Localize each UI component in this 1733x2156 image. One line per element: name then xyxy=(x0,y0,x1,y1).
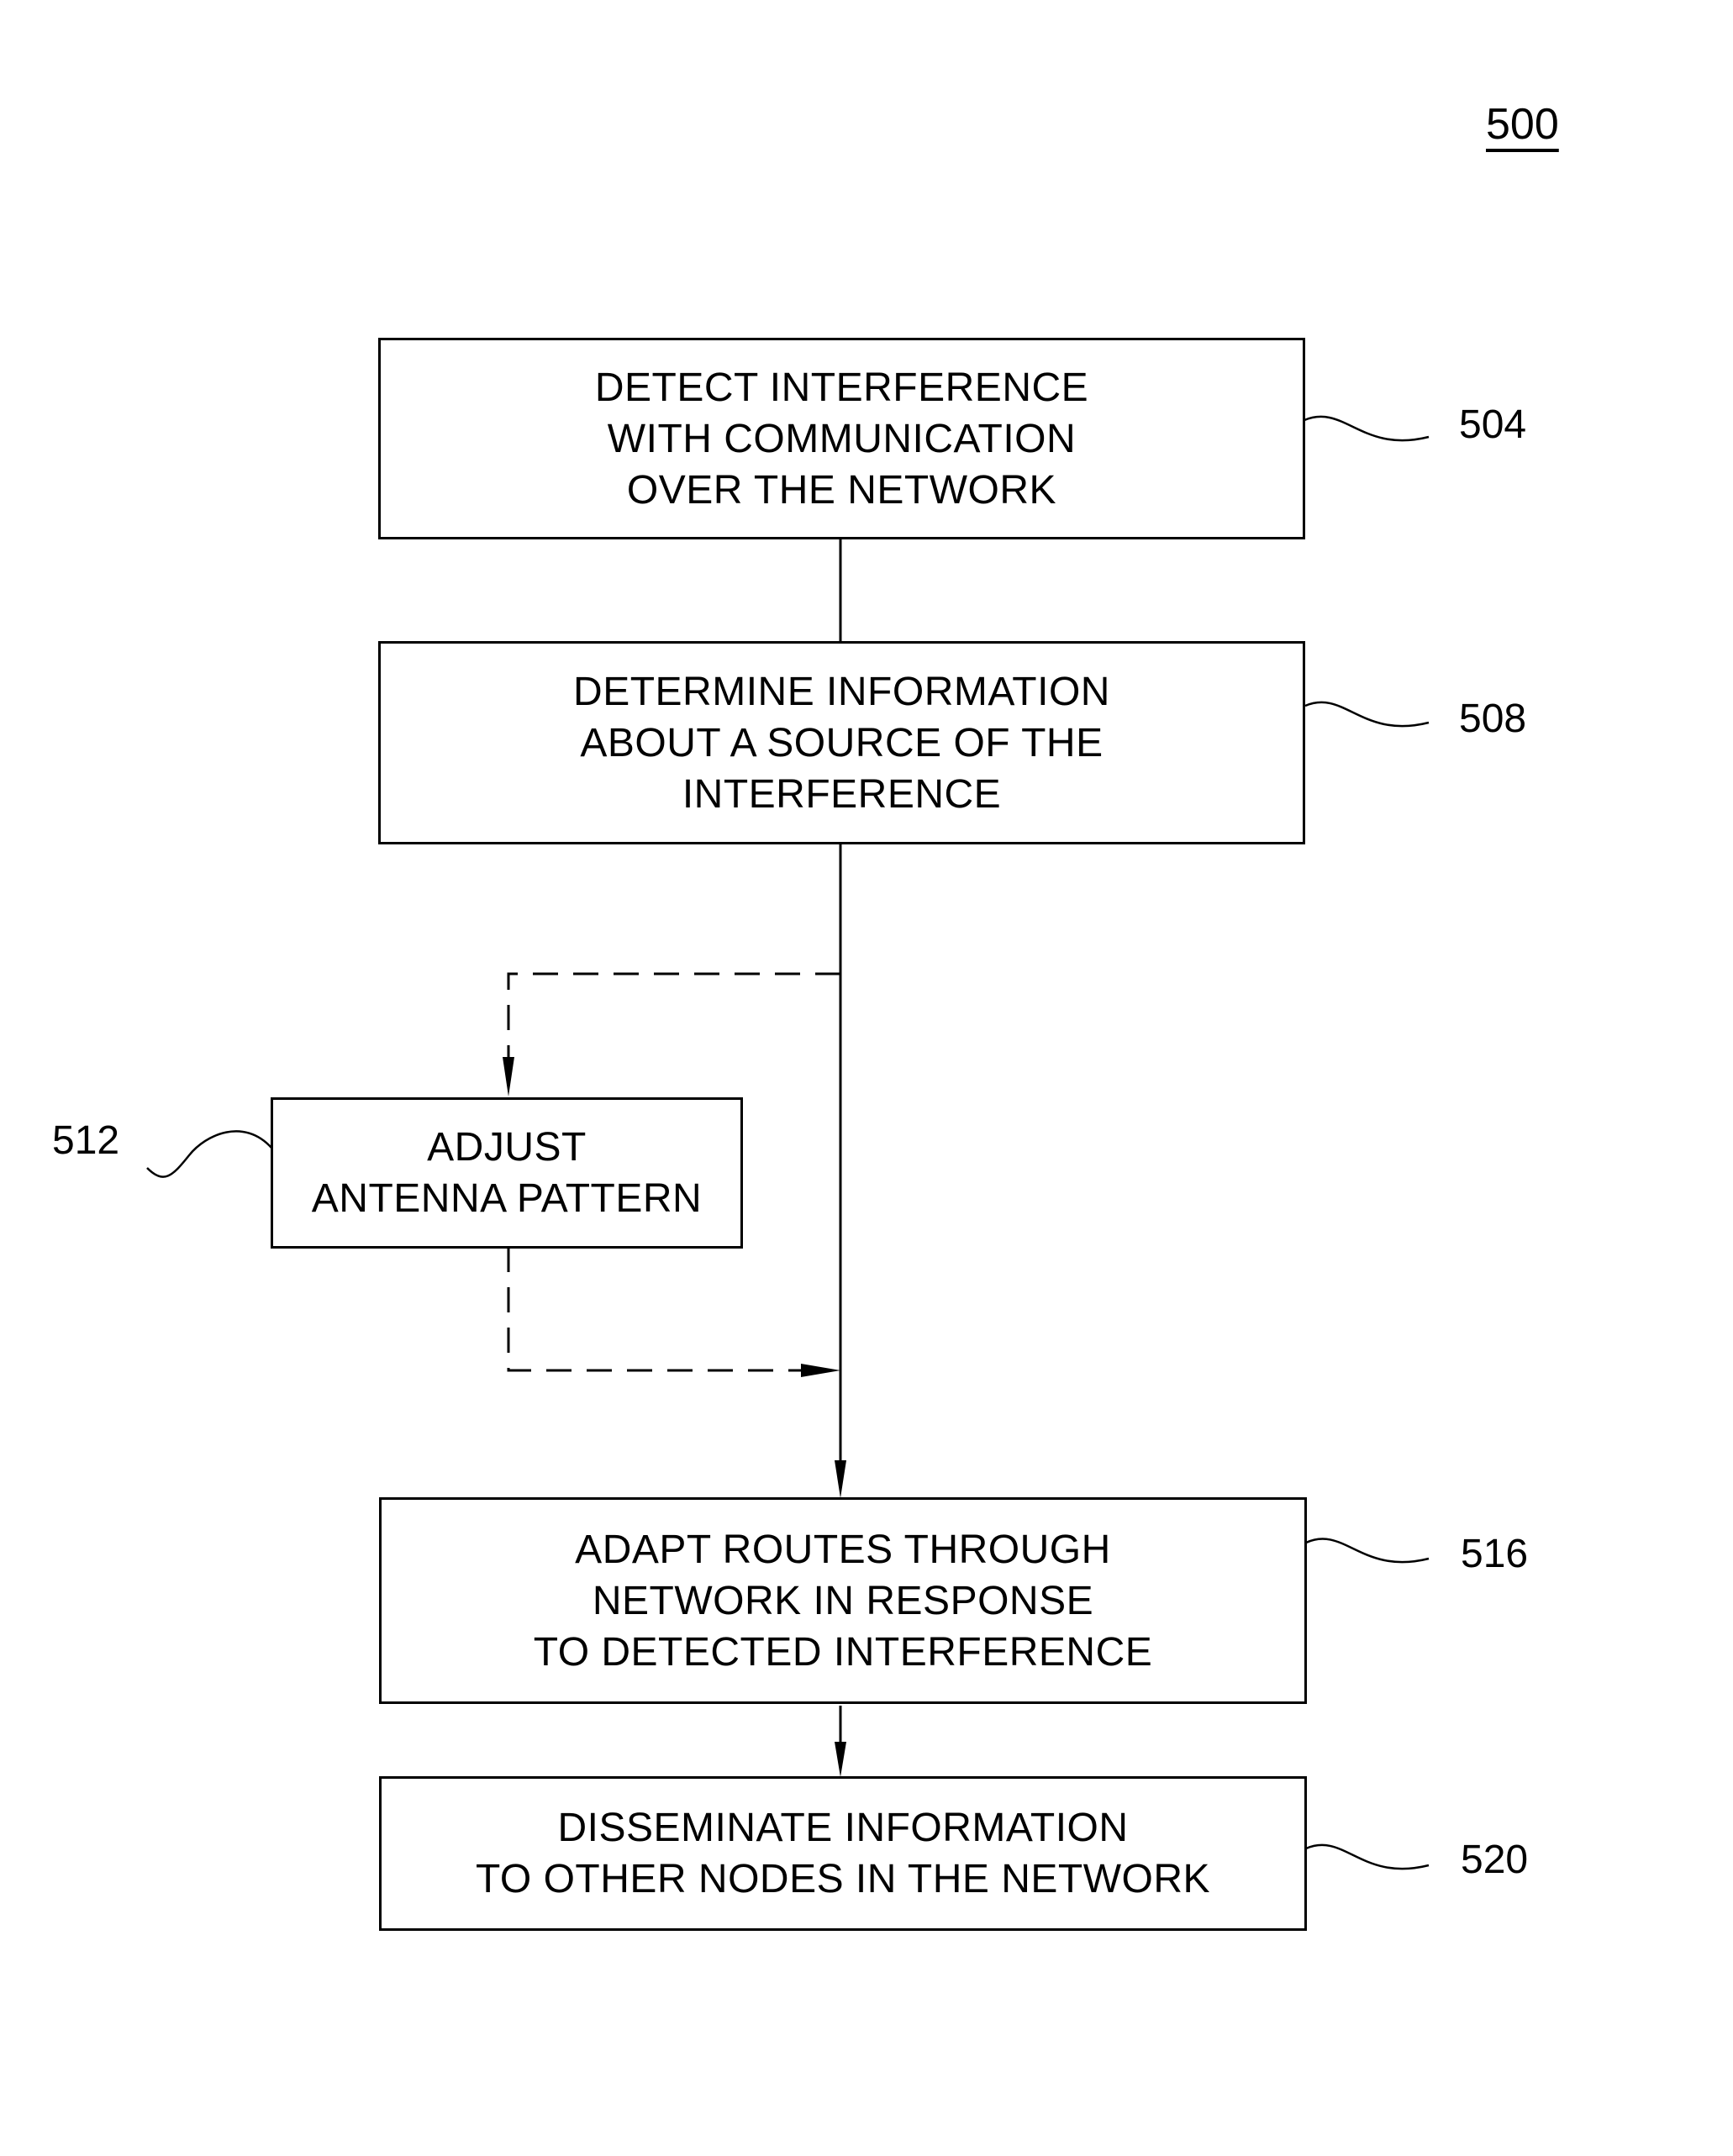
arrowhead-into-516 xyxy=(835,1460,846,1498)
dashed-connector-512-516 xyxy=(507,1247,803,1372)
step-516-line-2: NETWORK IN RESPONSE xyxy=(592,1578,1094,1623)
step-504-line-1: DETECT INTERFERENCE xyxy=(594,365,1089,410)
arrowhead-into-520 xyxy=(835,1742,846,1777)
step-508-line-3: INTERFERENCE xyxy=(682,771,1002,817)
dashed-connector-508-512 xyxy=(507,972,840,1067)
leader-line-512 xyxy=(146,1130,272,1178)
step-504-line-2: WITH COMMUNICATION xyxy=(607,416,1077,461)
ref-label-508: 508 xyxy=(1459,697,1527,741)
step-box-504: DETECT INTERFERENCE WITH COMMUNICATION O… xyxy=(378,338,1305,539)
arrowhead-merge-main xyxy=(801,1364,840,1377)
ref-label-516: 516 xyxy=(1461,1532,1529,1576)
arrowhead-into-512 xyxy=(503,1057,514,1096)
step-520-line-1: DISSEMINATE INFORMATION xyxy=(557,1806,1129,1850)
step-508-line-2: ABOUT A SOURCE OF THE xyxy=(580,720,1104,765)
step-box-520: DISSEMINATE INFORMATION TO OTHER NODES I… xyxy=(379,1776,1307,1931)
step-512-line-2: ANTENNA PATTERN xyxy=(311,1176,703,1221)
leader-line-516 xyxy=(1305,1538,1430,1564)
step-516-line-1: ADAPT ROUTES THROUGH xyxy=(575,1527,1111,1572)
leader-line-520 xyxy=(1305,1843,1430,1870)
step-516-line-3: TO DETECTED INTERFERENCE xyxy=(533,1629,1153,1675)
ref-label-512: 512 xyxy=(52,1118,120,1163)
step-504-line-3: OVER THE NETWORK xyxy=(626,467,1057,513)
ref-label-520: 520 xyxy=(1461,1838,1529,1882)
step-box-512: ADJUST ANTENNA PATTERN xyxy=(271,1097,743,1249)
leader-line-504 xyxy=(1304,415,1430,442)
step-box-508: DETERMINE INFORMATION ABOUT A SOURCE OF … xyxy=(378,641,1305,844)
ref-label-504: 504 xyxy=(1459,402,1527,447)
step-520-line-2: TO OTHER NODES IN THE NETWORK xyxy=(475,1857,1211,1901)
step-box-516: ADAPT ROUTES THROUGH NETWORK IN RESPONSE… xyxy=(379,1497,1307,1704)
step-508-line-1: DETERMINE INFORMATION xyxy=(573,669,1110,714)
step-512-line-1: ADJUST xyxy=(427,1125,587,1170)
leader-line-508 xyxy=(1304,701,1430,728)
